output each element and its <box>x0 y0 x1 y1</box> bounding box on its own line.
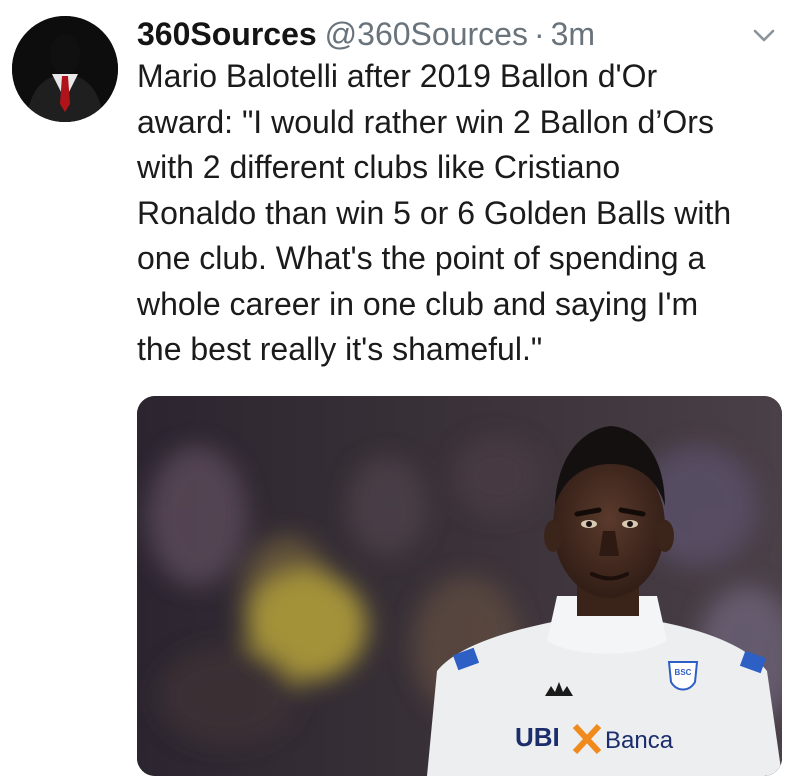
timestamp[interactable]: 3m <box>551 12 595 56</box>
tweet-text-line: the best really it's shameful." <box>137 331 543 367</box>
tweet-text: Mario Balotelli after 2019 Ballon d'Or a… <box>137 54 787 373</box>
tweet-header: 360Sources @360Sources · 3m <box>137 12 760 56</box>
tweet-text-line: whole career in one club and saying I'm <box>137 285 699 322</box>
suited-figure-avatar-icon <box>12 16 118 122</box>
player-photo: BSC UBI Banca <box>137 396 782 776</box>
avatar[interactable] <box>12 16 118 122</box>
jersey-sponsor-text-2: Banca <box>605 727 674 754</box>
club-crest-text: BSC <box>675 668 692 677</box>
jersey-sponsor-text: UBI <box>515 722 560 752</box>
separator-dot: · <box>533 16 545 52</box>
chevron-down-icon <box>753 29 775 42</box>
tweet-text-line: Ronaldo than win 5 or 6 Golden Balls wit… <box>137 194 732 231</box>
tweet-media-photo[interactable]: BSC UBI Banca <box>137 396 782 776</box>
tweet-text-line: with 2 different clubs like Cristiano <box>137 149 621 185</box>
display-name[interactable]: 360Sources <box>137 12 317 56</box>
tweet-text-line: Mario Balotelli after 2019 Ballon d'Or <box>137 58 658 94</box>
tweet-menu-button[interactable] <box>752 26 776 44</box>
user-handle[interactable]: @360Sources <box>325 12 528 56</box>
tweet-text-line: award: "I would rather win 2 Ballon d’Or… <box>137 103 714 140</box>
tweet-text-line: one club. What's the point of spending a <box>137 240 706 276</box>
